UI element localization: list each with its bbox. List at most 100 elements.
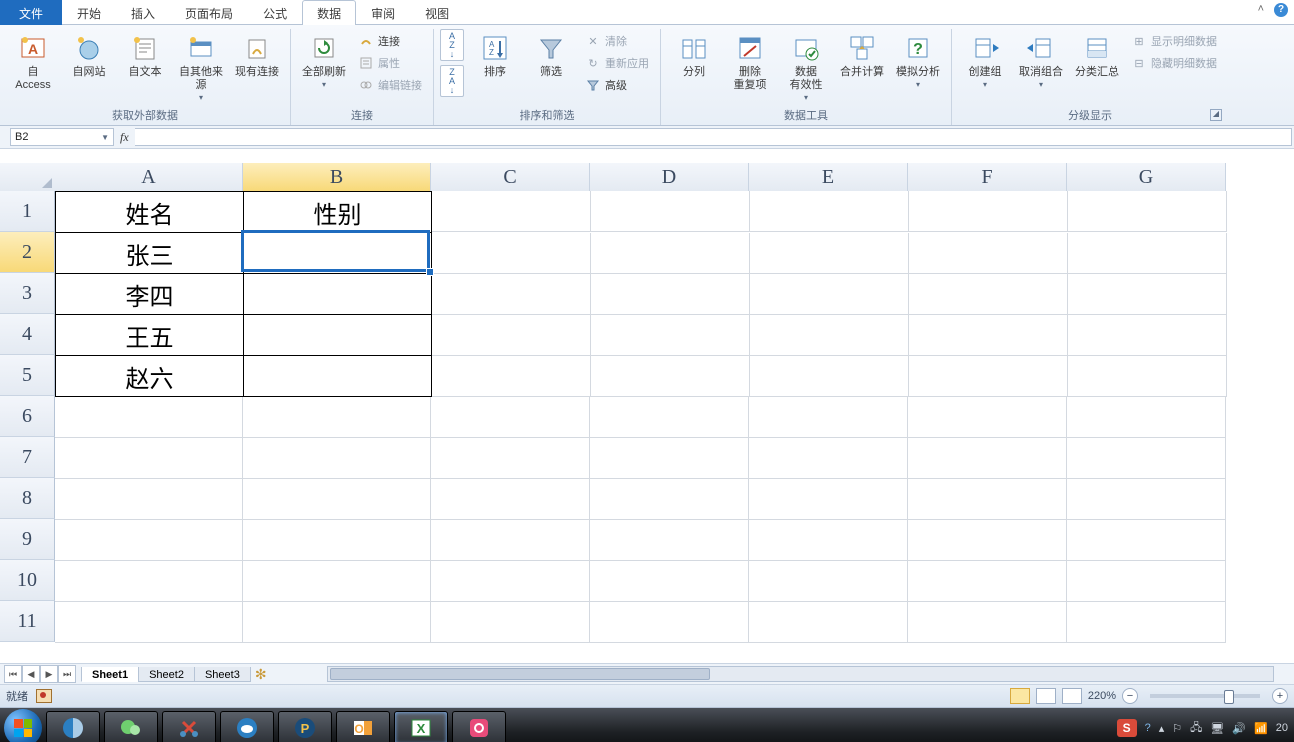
- cell-E7[interactable]: [749, 438, 908, 479]
- cell-A2[interactable]: 张三: [55, 233, 244, 274]
- hide-detail-button[interactable]: ⊟隐藏明细数据: [1126, 53, 1222, 73]
- reapply-button[interactable]: ↻重新应用: [580, 53, 654, 73]
- name-box[interactable]: B2▼: [10, 128, 114, 146]
- select-all-corner[interactable]: [0, 163, 56, 192]
- tab-page-layout[interactable]: 页面布局: [170, 0, 248, 25]
- page-break-view-button[interactable]: [1062, 688, 1082, 704]
- cell-B4[interactable]: [244, 315, 432, 356]
- help-icon[interactable]: ?: [1274, 3, 1288, 17]
- show-detail-button[interactable]: ⊞显示明细数据: [1126, 31, 1222, 51]
- cell-A7[interactable]: [55, 438, 243, 479]
- tab-view[interactable]: 视图: [410, 0, 464, 25]
- cell-C4[interactable]: [432, 315, 591, 356]
- cell-C8[interactable]: [431, 479, 590, 520]
- first-sheet-button[interactable]: ⏮: [4, 665, 22, 683]
- cell-F8[interactable]: [908, 479, 1067, 520]
- cell-C11[interactable]: [431, 602, 590, 643]
- task-wechat[interactable]: [104, 711, 158, 742]
- zoom-level[interactable]: 220%: [1088, 690, 1116, 702]
- cell-A10[interactable]: [55, 561, 243, 602]
- col-header-G[interactable]: G: [1067, 163, 1226, 192]
- cell-F4[interactable]: [909, 315, 1068, 356]
- cell-G5[interactable]: [1068, 356, 1227, 397]
- sort-asc-button[interactable]: AZ↓: [440, 29, 464, 61]
- cell-C5[interactable]: [432, 356, 591, 397]
- task-snip[interactable]: [162, 711, 216, 742]
- consolidate-button[interactable]: 合并计算: [835, 29, 889, 80]
- cell-G2[interactable]: [1068, 233, 1227, 274]
- cell-B9[interactable]: [243, 520, 431, 561]
- col-header-F[interactable]: F: [908, 163, 1067, 192]
- row-header-6[interactable]: 6: [0, 396, 55, 437]
- cell-F5[interactable]: [909, 356, 1068, 397]
- cell-E10[interactable]: [749, 561, 908, 602]
- tab-review[interactable]: 审阅: [356, 0, 410, 25]
- cell-G6[interactable]: [1067, 397, 1226, 438]
- zoom-out-button[interactable]: −: [1122, 688, 1138, 704]
- row-header-11[interactable]: 11: [0, 601, 55, 642]
- cell-B10[interactable]: [243, 561, 431, 602]
- cell-G4[interactable]: [1068, 315, 1227, 356]
- tray-flag-icon[interactable]: ⚐: [1172, 722, 1182, 735]
- cell-C3[interactable]: [432, 274, 591, 315]
- cell-B5[interactable]: [244, 356, 432, 397]
- cell-E5[interactable]: [750, 356, 909, 397]
- tab-data[interactable]: 数据: [302, 0, 356, 25]
- cell-A8[interactable]: [55, 479, 243, 520]
- row-header-8[interactable]: 8: [0, 478, 55, 519]
- sort-button[interactable]: AZ排序: [468, 29, 522, 80]
- sheet-tab-sheet2[interactable]: Sheet2: [138, 667, 195, 682]
- cell-D1[interactable]: [591, 191, 750, 232]
- tray-sogou-icon[interactable]: S: [1117, 719, 1137, 737]
- cell-E4[interactable]: [750, 315, 909, 356]
- cell-G1[interactable]: [1068, 191, 1227, 232]
- cell-E8[interactable]: [749, 479, 908, 520]
- text-to-columns-button[interactable]: 分列: [667, 29, 721, 80]
- cell-G10[interactable]: [1067, 561, 1226, 602]
- tray-network-icon[interactable]: 🖧: [1190, 719, 1202, 738]
- cell-F6[interactable]: [908, 397, 1067, 438]
- tray-signal-icon[interactable]: 📶: [1254, 722, 1268, 735]
- tab-formulas[interactable]: 公式: [248, 0, 302, 25]
- cell-D5[interactable]: [591, 356, 750, 397]
- clear-filter-button[interactable]: ✕清除: [580, 31, 654, 51]
- row-header-2[interactable]: 2: [0, 232, 55, 273]
- advanced-filter-button[interactable]: 高级: [580, 75, 654, 95]
- last-sheet-button[interactable]: ⏭: [58, 665, 76, 683]
- cell-D9[interactable]: [590, 520, 749, 561]
- cell-E11[interactable]: [749, 602, 908, 643]
- col-header-E[interactable]: E: [749, 163, 908, 192]
- cell-A1[interactable]: 姓名: [55, 191, 244, 233]
- ungroup-button[interactable]: 取消组合▾: [1014, 29, 1068, 90]
- cell-A5[interactable]: 赵六: [55, 356, 244, 397]
- cell-C7[interactable]: [431, 438, 590, 479]
- from-web-button[interactable]: 自网站: [62, 29, 116, 80]
- sheet-tab-sheet3[interactable]: Sheet3: [194, 667, 251, 682]
- start-button[interactable]: [4, 709, 42, 742]
- tab-home[interactable]: 开始: [62, 0, 116, 25]
- cell-C6[interactable]: [431, 397, 590, 438]
- from-text-button[interactable]: 自文本: [118, 29, 172, 80]
- cell-D6[interactable]: [590, 397, 749, 438]
- prev-sheet-button[interactable]: ◀: [22, 665, 40, 683]
- formula-input[interactable]: [135, 128, 1292, 146]
- cell-E2[interactable]: [750, 233, 909, 274]
- next-sheet-button[interactable]: ▶: [40, 665, 58, 683]
- cell-D3[interactable]: [591, 274, 750, 315]
- cell-F1[interactable]: [909, 191, 1068, 232]
- cell-F2[interactable]: [909, 233, 1068, 274]
- cell-A11[interactable]: [55, 602, 243, 643]
- col-header-D[interactable]: D: [590, 163, 749, 192]
- cell-A3[interactable]: 李四: [55, 274, 244, 315]
- chevron-down-icon[interactable]: ▼: [101, 133, 109, 142]
- cell-B11[interactable]: [243, 602, 431, 643]
- zoom-slider[interactable]: [1150, 694, 1260, 698]
- cell-F9[interactable]: [908, 520, 1067, 561]
- cell-D7[interactable]: [590, 438, 749, 479]
- sheet-tab-sheet1[interactable]: Sheet1: [81, 667, 139, 682]
- whatif-button[interactable]: ?模拟分析▾: [891, 29, 945, 90]
- tab-insert[interactable]: 插入: [116, 0, 170, 25]
- cell-B7[interactable]: [243, 438, 431, 479]
- cell-D2[interactable]: [591, 233, 750, 274]
- cell-B6[interactable]: [243, 397, 431, 438]
